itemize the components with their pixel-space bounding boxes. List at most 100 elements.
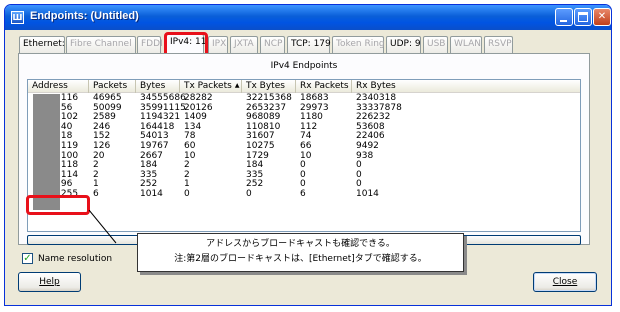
col-header-tx-packets[interactable]: Tx Packets ▲: [180, 80, 242, 93]
maximize-button[interactable]: [574, 8, 592, 26]
table-cell-tx-packets: 2: [184, 160, 190, 171]
table-cell-address: .100: [58, 150, 79, 161]
table-cell-rx-bytes: 22406: [356, 131, 385, 142]
tab-rsvp: RSVP: [484, 36, 513, 53]
table-cell-bytes: 184: [140, 160, 158, 171]
table-cell-address: .119: [58, 140, 79, 151]
table-cell-rx-bytes: 9492: [356, 140, 379, 151]
table-cell-rx-packets: 0: [300, 169, 306, 180]
table-cell-packets: 246: [93, 121, 111, 132]
table-cell-rx-packets: 66: [300, 140, 312, 151]
col-header-rx-packets[interactable]: Rx Packets: [296, 80, 352, 93]
table-cell-rx-bytes: 938: [356, 150, 374, 161]
table-cell-tx-bytes: 10275: [246, 140, 275, 151]
table-cell-tx-bytes: 0: [246, 188, 252, 199]
table-cell-rx-packets: 112: [300, 121, 318, 132]
table-cell-packets: 2: [93, 169, 99, 180]
minimize-button[interactable]: [555, 8, 573, 26]
close-window-button[interactable]: ✕: [593, 8, 611, 26]
table-cell-bytes: 1014: [140, 188, 163, 199]
help-button[interactable]: Help: [18, 272, 81, 292]
table-cell-tx-packets: 10: [184, 150, 196, 161]
tab-usb: USB: [423, 36, 448, 53]
table-cell-rx-packets: 10: [300, 150, 312, 161]
table-cell-rx-packets: 0: [300, 160, 306, 171]
tab-jxta: JXTA: [230, 36, 258, 53]
table-cell-tx-bytes: 335: [246, 169, 264, 180]
table-cell-packets: 152: [93, 131, 111, 142]
callout-line-1: アドレスからブロードキャストも確認できる。: [206, 239, 395, 249]
sort-ascending-icon: ▲: [234, 82, 240, 89]
table-cell-rx-bytes: 226232: [356, 112, 391, 123]
table-cell-rx-packets: 0: [300, 179, 306, 190]
table-cell-packets: 126: [93, 140, 111, 151]
table-cell-tx-bytes: 184: [246, 160, 264, 171]
broadcast-row-highlight-box: [26, 195, 90, 215]
table-cell-bytes: 252: [140, 179, 158, 190]
close-button-label: Close: [552, 277, 578, 287]
table-cell-bytes: 164418: [140, 121, 175, 132]
tab-fibre-channel: Fibre Channel: [66, 36, 136, 53]
table-row[interactable]: .255 6 1014 0 0 6 1014: [28, 188, 580, 200]
table-cell-address: .118: [58, 160, 79, 171]
list-rows: .116 46965 34555686 28282 32215368 18683 23403…: [28, 93, 580, 200]
list-header: Address Packets Bytes Tx Packets ▲ Tx Byt…: [28, 80, 580, 93]
col-header-address[interactable]: Address: [28, 80, 89, 93]
checkmark-icon: ✓: [23, 253, 32, 264]
table-cell-rx-bytes: 0: [356, 179, 362, 190]
table-cell-rx-bytes: 1014: [356, 188, 379, 199]
callout-line-2: 注:第2層のブロードキャストは、[Ethernet]タブで確認する。: [174, 254, 427, 264]
name-resolution-checkbox[interactable]: ✓: [22, 253, 33, 264]
table-cell-tx-packets: 1409: [184, 112, 207, 123]
annotation-callout: アドレスからブロードキャストも確認できる。 注:第2層のブロードキャストは、[E…: [137, 233, 464, 272]
table-cell-rx-bytes: 0: [356, 169, 362, 180]
col-header-packets[interactable]: Packets: [89, 80, 136, 93]
minimize-icon: [560, 20, 567, 22]
table-cell-address: .56: [58, 102, 73, 113]
tab-token-ring: Token Ring: [332, 36, 385, 53]
callout-leader-line: [88, 210, 117, 244]
table-cell-bytes: 335: [140, 169, 158, 180]
table-cell-rx-bytes: 53608: [356, 121, 385, 132]
table-cell-rx-packets: 1180: [300, 112, 323, 123]
table-cell-tx-packets: 134: [184, 121, 202, 132]
table-cell-tx-bytes: 31607: [246, 131, 275, 142]
table-cell-packets: 50099: [93, 102, 122, 113]
tab-ethernet[interactable]: Ethernet: 9: [19, 36, 73, 53]
help-button-label: Help: [39, 277, 60, 287]
name-resolution-label: Name resolution: [38, 254, 113, 264]
window-title: Endpoints: (Untitled): [30, 10, 139, 22]
close-button[interactable]: Close: [533, 272, 597, 292]
table-cell-tx-packets: 1: [184, 179, 190, 190]
address-redaction: [33, 94, 60, 210]
table-cell-tx-bytes: 2653237: [246, 102, 287, 113]
title-bar[interactable]: Ш Endpoints: (Untitled) ✕: [5, 5, 611, 30]
maximize-icon: [578, 12, 588, 22]
table-cell-packets: 20: [93, 150, 105, 161]
col-header-tx-bytes[interactable]: Tx Bytes: [242, 80, 296, 93]
table-cell-bytes: 54013: [140, 131, 169, 142]
table-cell-rx-bytes: 0: [356, 160, 362, 171]
tab-ncp: NCP: [260, 36, 285, 53]
tab-tcp[interactable]: TCP: 179: [287, 36, 331, 53]
table-cell-packets: 2: [93, 160, 99, 171]
col-header-rx-bytes[interactable]: Rx Bytes: [352, 80, 580, 93]
tab-fddi: FDDI: [137, 36, 163, 53]
table-cell-tx-bytes: 968089: [246, 112, 281, 123]
table-cell-packets: 2589: [93, 112, 116, 123]
table-cell-bytes: 1194321: [140, 112, 181, 123]
table-cell-address: .116: [58, 93, 79, 103]
table-cell-address: .102: [58, 112, 79, 123]
table-cell-tx-packets: 28282: [184, 93, 213, 103]
table-cell-packets: 46965: [93, 93, 122, 103]
table-cell-packets: 1: [93, 179, 99, 190]
tab-wlan: WLAN: [450, 36, 482, 53]
col-header-tx-packets-label: Tx Packets: [184, 81, 232, 91]
table-cell-rx-packets: 74: [300, 131, 312, 142]
panel-title: IPv4 Endpoints: [270, 61, 338, 71]
table-cell-bytes: 35991115: [140, 102, 186, 113]
col-header-bytes[interactable]: Bytes: [136, 80, 180, 93]
tab-udp[interactable]: UDP: 9: [386, 36, 421, 53]
table-cell-tx-bytes: 252: [246, 179, 264, 190]
table-cell-tx-packets: 20126: [184, 102, 213, 113]
